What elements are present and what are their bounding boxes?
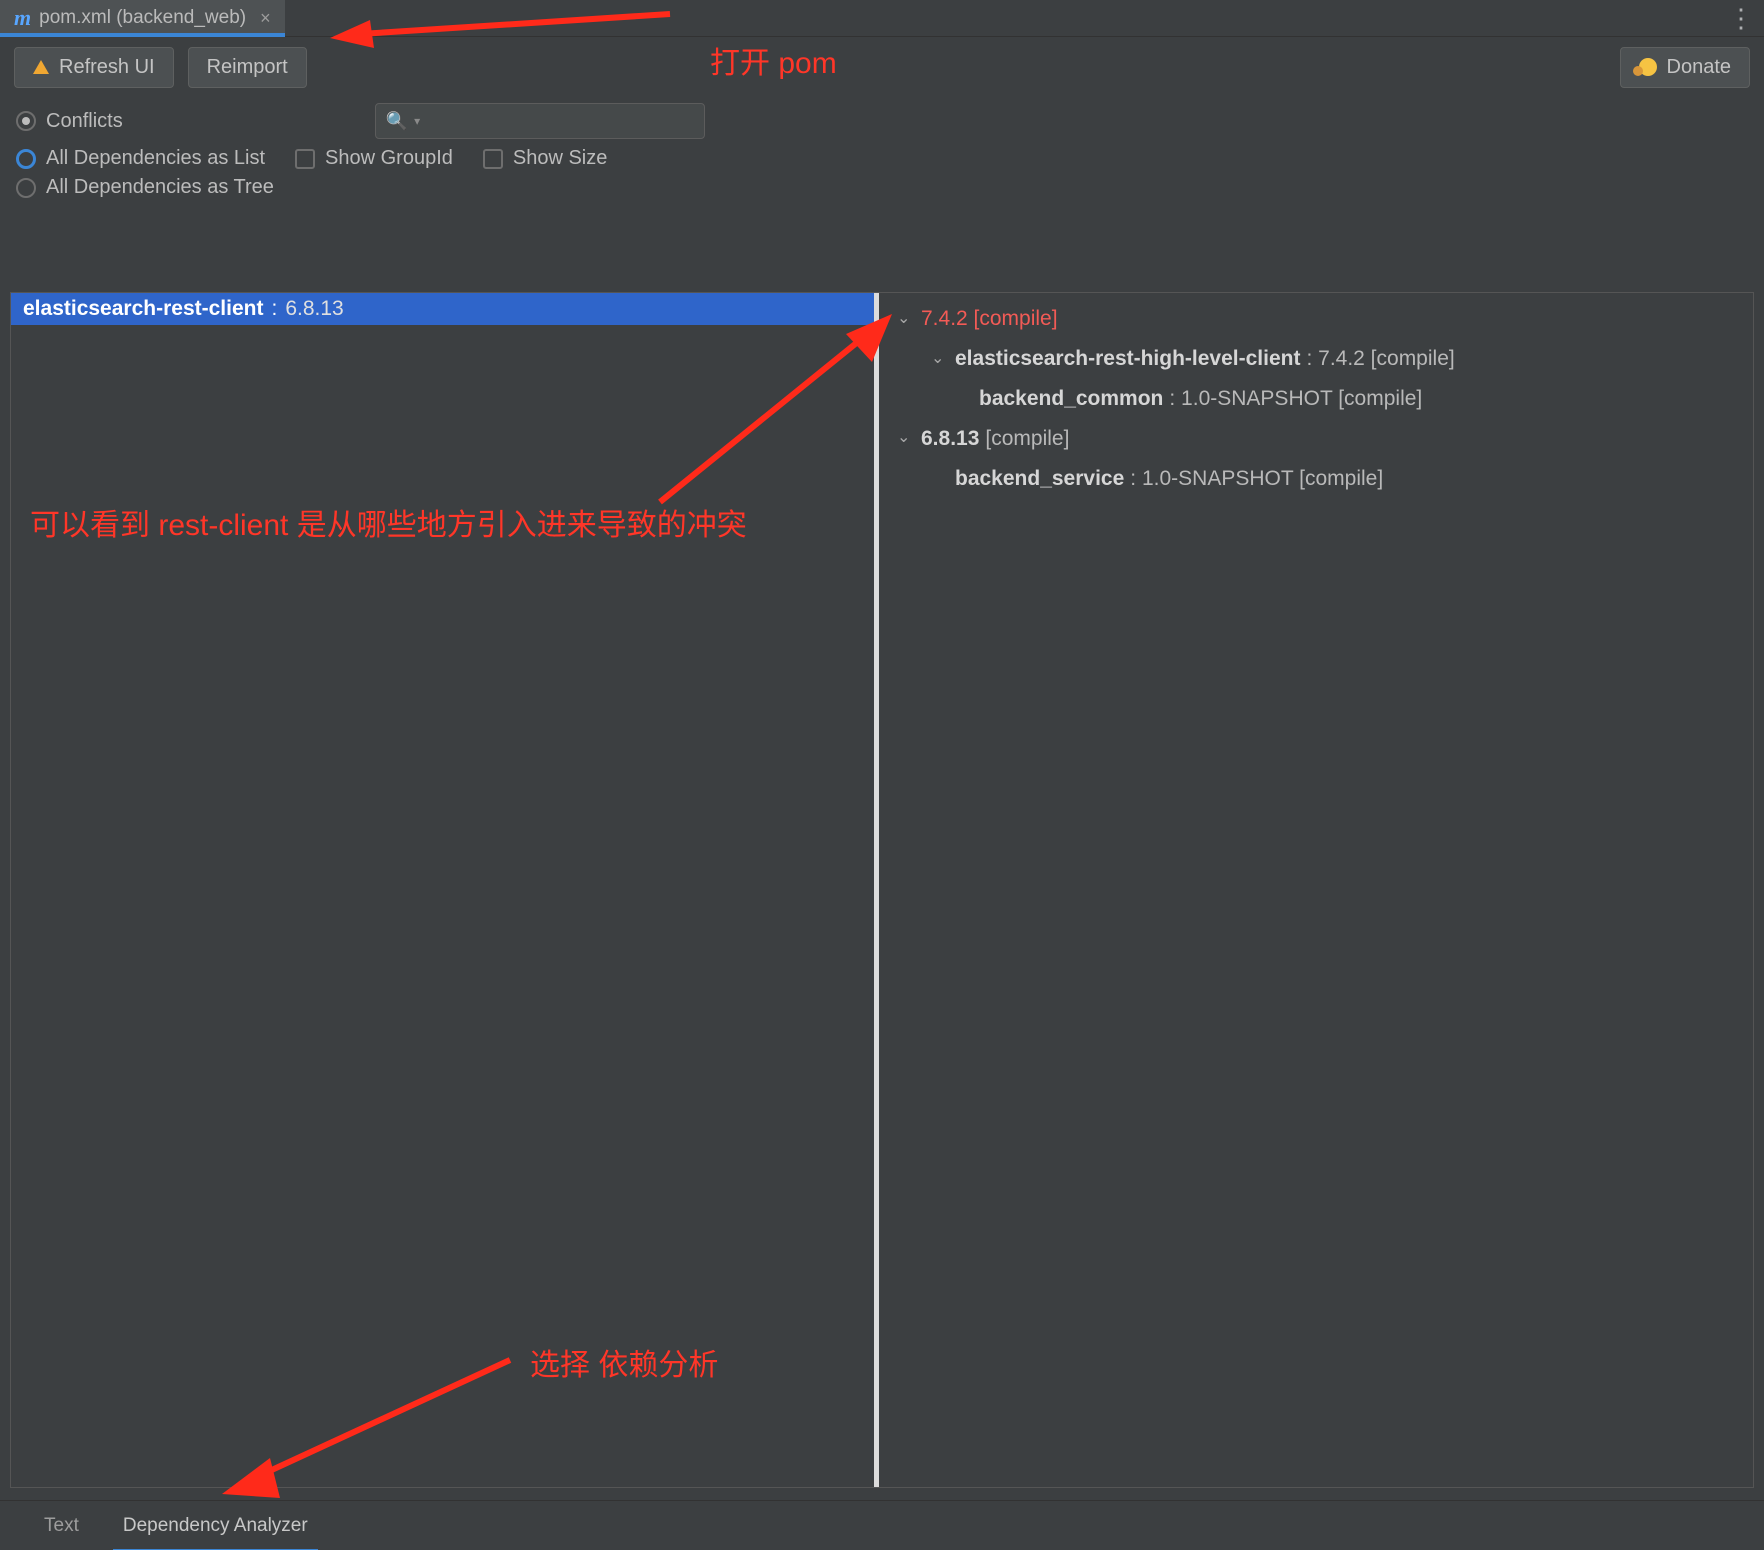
- search-input[interactable]: [426, 111, 694, 132]
- radio-conflicts[interactable]: Conflicts: [16, 110, 123, 133]
- dependency-sep: :: [271, 297, 277, 321]
- refresh-ui-button[interactable]: Refresh UI: [14, 47, 174, 88]
- bottom-tab-analyzer-label: Dependency Analyzer: [123, 1515, 308, 1536]
- dependency-tree-pane[interactable]: ⌄ 7.4.2 [compile] ⌄ elasticsearch-rest-h…: [879, 293, 1753, 1487]
- search-icon: 🔍: [386, 111, 408, 132]
- radio-icon: [16, 149, 36, 169]
- search-field[interactable]: 🔍 ▾: [375, 103, 705, 139]
- tree-node-backend-service[interactable]: backend_service : 1.0-SNAPSHOT [compile]: [885, 459, 1753, 499]
- bottom-tab-dependency-analyzer[interactable]: Dependency Analyzer: [119, 1507, 312, 1545]
- dependency-list-item-selected[interactable]: elasticsearch-rest-client : 6.8.13: [11, 293, 874, 325]
- tree-node-name: backend_service: [955, 459, 1124, 499]
- checkbox-icon: [483, 149, 503, 169]
- dependency-list-pane[interactable]: elasticsearch-rest-client : 6.8.13: [11, 293, 879, 1487]
- filter-row-1: Conflicts 🔍 ▾: [0, 97, 1764, 143]
- reimport-label: Reimport: [207, 56, 288, 79]
- filter-row-2: All Dependencies as List Show GroupId Sh…: [0, 143, 1764, 176]
- tree-node-meta: : 7.4.2 [compile]: [1306, 339, 1454, 379]
- tree-node-name: backend_common: [979, 379, 1163, 419]
- kebab-menu-icon[interactable]: ⋮: [1718, 0, 1764, 36]
- tree-node-label: 7.4.2 [compile]: [921, 299, 1058, 339]
- check-show-groupid-label: Show GroupId: [325, 147, 453, 170]
- editor-tab-bar: m pom.xml (backend_web) × ⋮: [0, 0, 1764, 37]
- donate-icon: [1639, 58, 1657, 76]
- check-show-groupid[interactable]: Show GroupId: [295, 147, 453, 170]
- reimport-button[interactable]: Reimport: [188, 47, 307, 88]
- dependency-version: 6.8.13: [285, 297, 343, 321]
- tree-node-meta: [compile]: [985, 419, 1069, 459]
- radio-icon: [16, 111, 36, 131]
- check-show-size-label: Show Size: [513, 147, 608, 170]
- tab-label: pom.xml (backend_web): [39, 7, 246, 29]
- tree-node-version-6813[interactable]: ⌄ 6.8.13 [compile]: [885, 419, 1753, 459]
- dependency-split-panel: elasticsearch-rest-client : 6.8.13 ⌄ 7.4…: [10, 292, 1754, 1488]
- bottom-tab-text[interactable]: Text: [40, 1507, 83, 1545]
- donate-label: Donate: [1667, 56, 1732, 79]
- editor-tab-pom[interactable]: m pom.xml (backend_web) ×: [0, 0, 285, 36]
- tree-node-backend-common[interactable]: backend_common : 1.0-SNAPSHOT [compile]: [885, 379, 1753, 419]
- tree-node-name: elasticsearch-rest-high-level-client: [955, 339, 1300, 379]
- radio-icon: [16, 178, 36, 198]
- chevron-down-icon[interactable]: ⌄: [897, 304, 915, 334]
- radio-all-tree[interactable]: All Dependencies as Tree: [16, 176, 274, 199]
- maven-icon: m: [14, 5, 31, 31]
- radio-conflicts-label: Conflicts: [46, 110, 123, 133]
- chevron-down-icon[interactable]: ⌄: [931, 344, 949, 374]
- dependency-tree: ⌄ 7.4.2 [compile] ⌄ elasticsearch-rest-h…: [885, 299, 1753, 498]
- close-icon[interactable]: ×: [260, 8, 271, 29]
- dependency-name: elasticsearch-rest-client: [23, 297, 263, 321]
- chevron-down-icon[interactable]: ⌄: [897, 423, 915, 453]
- radio-all-list-label: All Dependencies as List: [46, 147, 265, 170]
- tree-node-hl-client[interactable]: ⌄ elasticsearch-rest-high-level-client :…: [885, 339, 1753, 379]
- tree-node-meta: : 1.0-SNAPSHOT [compile]: [1130, 459, 1383, 499]
- tree-node-meta: : 1.0-SNAPSHOT [compile]: [1169, 379, 1422, 419]
- tree-node-name: 6.8.13: [921, 419, 979, 459]
- radio-all-tree-label: All Dependencies as Tree: [46, 176, 274, 199]
- bottom-tab-text-label: Text: [44, 1515, 79, 1536]
- donate-button[interactable]: Donate: [1620, 47, 1751, 88]
- chevron-down-icon[interactable]: ▾: [414, 114, 420, 128]
- radio-all-list[interactable]: All Dependencies as List: [16, 147, 265, 170]
- check-show-size[interactable]: Show Size: [483, 147, 608, 170]
- filter-row-3: All Dependencies as Tree: [0, 176, 1764, 205]
- checkbox-icon: [295, 149, 315, 169]
- refresh-ui-label: Refresh UI: [59, 56, 155, 79]
- bottom-tab-bar: Text Dependency Analyzer: [0, 1500, 1764, 1550]
- tree-node-version-742[interactable]: ⌄ 7.4.2 [compile]: [885, 299, 1753, 339]
- warning-icon: [33, 60, 49, 74]
- toolbar: Refresh UI Reimport Donate: [0, 37, 1764, 97]
